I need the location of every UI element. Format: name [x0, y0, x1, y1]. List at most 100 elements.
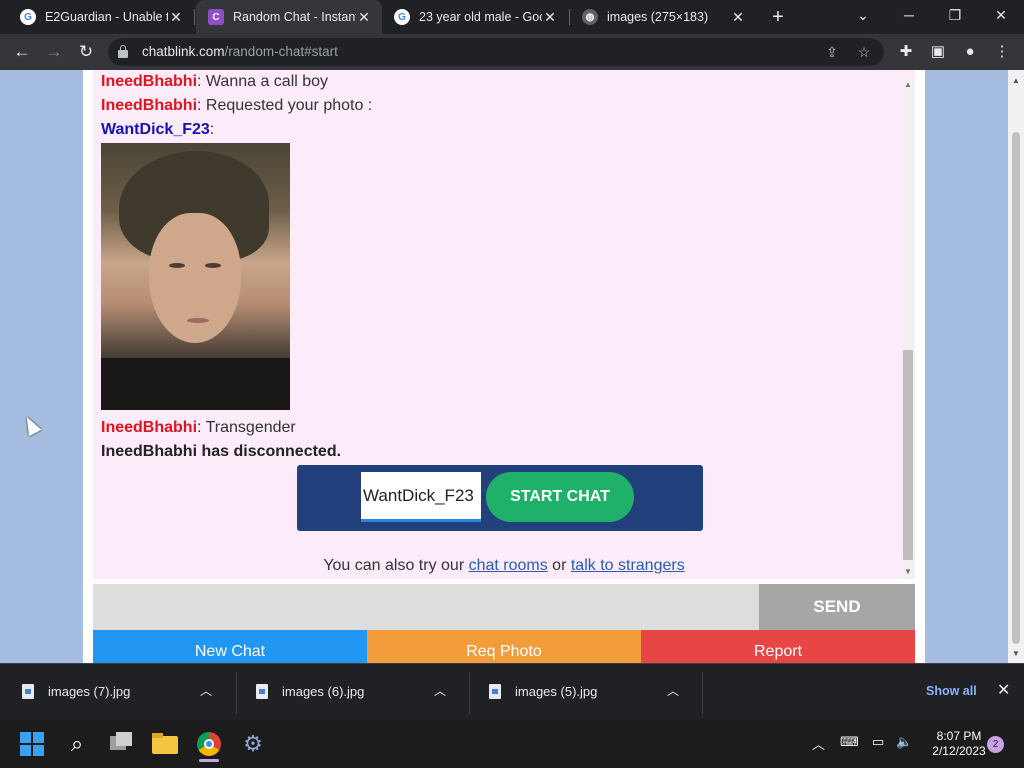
image-file-icon	[22, 684, 34, 699]
scroll-up-icon[interactable]: ▲	[1008, 74, 1024, 88]
google-icon: G	[20, 9, 36, 25]
page-viewport: IneedBhabhi: Wanna a call boy IneedBhabh…	[0, 70, 1024, 663]
chrome-icon[interactable]	[194, 728, 224, 762]
reload-button[interactable]: ↻	[74, 40, 98, 64]
stranger-name: IneedBhabhi	[101, 97, 198, 114]
username-input[interactable]	[361, 472, 481, 522]
chevron-up-icon[interactable]: ︿	[200, 682, 212, 699]
image-file-icon	[489, 684, 501, 699]
browser-toolbar: ← → ↻ chatblink.com/random-chat#start ⇪ …	[0, 34, 1024, 70]
volume-icon[interactable]: 🔈	[896, 734, 912, 750]
close-icon[interactable]: ✕	[730, 9, 746, 26]
bookmark-star-icon[interactable]: ☆	[854, 42, 874, 62]
alternatives-text: You can also try our chat rooms or talk …	[323, 557, 685, 574]
divider	[702, 672, 703, 714]
separator: :	[209, 121, 215, 138]
talk-to-strangers-link[interactable]: talk to strangers	[571, 557, 685, 574]
lock-icon[interactable]	[118, 45, 128, 58]
show-all-downloads-link[interactable]: Show all	[926, 684, 977, 698]
stranger-name: IneedBhabhi	[101, 419, 198, 436]
tab-google-search[interactable]: G 23 year old male - Goo ✕	[382, 0, 568, 34]
report-button[interactable]: Report	[641, 630, 915, 663]
url-text[interactable]: chatblink.com/random-chat#start	[142, 44, 338, 59]
message-text: Requested your photo :	[201, 97, 373, 114]
own-name: WantDick_F23	[101, 121, 210, 138]
keyboard-icon[interactable]: ⌨	[840, 734, 859, 750]
downloads-bar: images (7).jpg ︿ images (6).jpg ︿ images…	[0, 663, 1024, 720]
window-close-button[interactable]: ✕	[978, 0, 1024, 34]
forward-button[interactable]: →	[42, 40, 66, 64]
tab-title: Random Chat - Instant	[233, 10, 356, 24]
shared-photo[interactable]	[101, 143, 290, 410]
tab-title: E2Guardian - Unable to	[45, 10, 168, 24]
chatblink-icon: C	[208, 9, 224, 25]
restore-button[interactable]: ❐	[932, 0, 978, 34]
stranger-name: IneedBhabhi	[101, 73, 198, 90]
chat-scrollbar[interactable]: ▲ ▼	[901, 78, 915, 579]
task-view-icon[interactable]	[106, 728, 136, 760]
side-panel-icon[interactable]: ▣	[926, 40, 950, 64]
new-tab-button[interactable]: +	[766, 4, 790, 30]
globe-icon: ◍	[582, 9, 598, 25]
tab-divider	[194, 9, 195, 25]
tab-title: images (275×183)	[607, 10, 709, 24]
scroll-up-icon[interactable]: ▲	[901, 78, 915, 92]
chat-log: IneedBhabhi: Wanna a call boy IneedBhabh…	[93, 70, 915, 579]
download-item[interactable]: images (6).jpg ︿	[234, 664, 467, 720]
search-icon[interactable]: ⌕	[62, 728, 92, 760]
action-buttons: New Chat Req Photo Report	[93, 630, 915, 663]
share-icon[interactable]: ⇪	[822, 42, 842, 62]
download-filename: images (5).jpg	[515, 684, 598, 699]
mouse-cursor-icon	[20, 413, 42, 437]
scroll-down-icon[interactable]: ▼	[1008, 647, 1024, 661]
chat-message: WantDick_F23:	[101, 121, 214, 139]
scrollbar-thumb[interactable]	[903, 350, 913, 560]
profile-icon[interactable]: ●	[958, 40, 982, 64]
extensions-icon[interactable]: ✚	[894, 40, 918, 64]
start-chat-button[interactable]: START CHAT	[486, 472, 634, 522]
close-icon[interactable]: ✕	[356, 9, 372, 26]
back-button[interactable]: ←	[10, 40, 34, 64]
download-filename: images (7).jpg	[48, 684, 131, 699]
menu-icon[interactable]: ⋮	[990, 40, 1014, 64]
message-text: Transgender	[201, 419, 296, 436]
browser-tab-strip: G E2Guardian - Unable to ✕ C Random Chat…	[0, 0, 1024, 34]
page-scrollbar[interactable]: ▲ ▼	[1008, 70, 1024, 663]
disconnect-notice: IneedBhabhi has disconnected.	[101, 443, 342, 460]
close-icon[interactable]: ✕	[168, 9, 184, 26]
minimize-button[interactable]: ─	[886, 0, 932, 34]
notification-badge[interactable]: 2	[987, 736, 1004, 753]
download-filename: images (6).jpg	[282, 684, 365, 699]
chevron-up-icon[interactable]: ︿	[434, 682, 446, 699]
download-item[interactable]: images (5).jpg ︿	[467, 664, 700, 720]
tab-random-chat[interactable]: C Random Chat - Instant ✕	[196, 0, 382, 34]
chevron-up-icon[interactable]: ︿	[812, 734, 825, 753]
tab-e2guardian[interactable]: G E2Guardian - Unable to ✕	[8, 0, 194, 34]
chevron-up-icon[interactable]: ︿	[667, 682, 679, 699]
scrollbar-thumb[interactable]	[1012, 132, 1020, 644]
start-chat-bar: START CHAT	[297, 465, 703, 531]
file-explorer-icon[interactable]	[150, 728, 180, 760]
download-item[interactable]: images (7).jpg ︿	[0, 664, 233, 720]
tab-title: 23 year old male - Goo	[419, 10, 542, 24]
send-button[interactable]: SEND	[759, 584, 915, 630]
windows-start-icon[interactable]	[20, 732, 44, 756]
req-photo-button[interactable]: Req Photo	[367, 630, 641, 663]
message-input[interactable]	[93, 584, 759, 630]
message-text: Wanna a call boy	[201, 73, 329, 90]
tab-search-button[interactable]: ⌄	[840, 0, 886, 34]
network-icon[interactable]: ▭	[872, 734, 884, 750]
settings-gear-icon[interactable]: ⚙	[238, 728, 268, 760]
new-chat-button[interactable]: New Chat	[93, 630, 367, 663]
chat-rooms-link[interactable]: chat rooms	[469, 557, 548, 574]
address-bar[interactable]: chatblink.com/random-chat#start ⇪ ☆	[108, 38, 884, 66]
image-file-icon	[256, 684, 268, 699]
chat-message: IneedBhabhi: Wanna a call boy	[101, 73, 328, 91]
chat-panel: IneedBhabhi: Wanna a call boy IneedBhabh…	[83, 70, 925, 663]
chat-message: IneedBhabhi: Requested your photo :	[101, 97, 372, 115]
close-downloads-icon[interactable]: ✕	[997, 680, 1010, 700]
close-icon[interactable]: ✕	[542, 9, 558, 26]
scroll-down-icon[interactable]: ▼	[901, 565, 915, 579]
windows-taskbar: ⌕ ⚙ ︿ ⌨ ▭ 🔈 8:07 PM 2/12/2023 2	[0, 720, 1024, 768]
tab-images[interactable]: ◍ images (275×183) ✕	[570, 0, 756, 34]
